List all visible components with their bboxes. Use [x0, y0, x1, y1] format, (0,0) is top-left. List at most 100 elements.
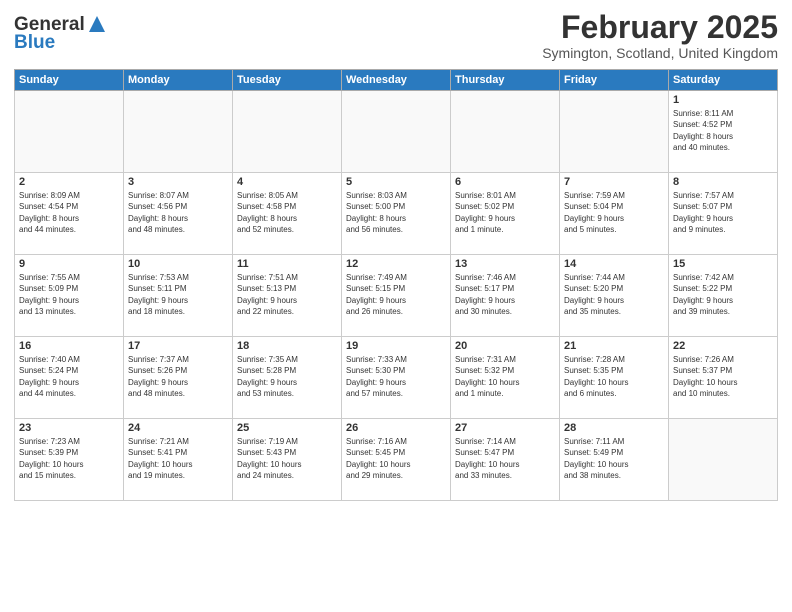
calendar-cell: 9 Sunrise: 7:55 AM Sunset: 5:09 PM Daylig…: [15, 255, 124, 337]
day-info: Sunrise: 7:37 AM Sunset: 5:26 PM Dayligh…: [128, 354, 228, 399]
calendar-cell: 27 Sunrise: 7:14 AM Sunset: 5:47 PM Dayli…: [451, 419, 560, 501]
week-row-1: 2 Sunrise: 8:09 AM Sunset: 4:54 PM Daylig…: [15, 173, 778, 255]
calendar-cell: 20 Sunrise: 7:31 AM Sunset: 5:32 PM Dayli…: [451, 337, 560, 419]
day-number: 13: [455, 258, 555, 270]
day-info: Sunrise: 8:07 AM Sunset: 4:56 PM Dayligh…: [128, 190, 228, 235]
day-info: Sunrise: 7:19 AM Sunset: 5:43 PM Dayligh…: [237, 436, 337, 481]
calendar-cell: 18 Sunrise: 7:35 AM Sunset: 5:28 PM Dayli…: [233, 337, 342, 419]
day-number: 11: [237, 258, 337, 270]
calendar-cell: 4Sunrise: 8:05 AM Sunset: 4:58 PM Daylig…: [233, 173, 342, 255]
day-number: 5: [346, 176, 446, 188]
title-block: February 2025 Symington, Scotland, Unite…: [542, 10, 778, 61]
calendar-cell: 6 Sunrise: 8:01 AM Sunset: 5:02 PM Daylig…: [451, 173, 560, 255]
day-info: Sunrise: 7:11 AM Sunset: 5:49 PM Dayligh…: [564, 436, 664, 481]
weekday-header-thursday: Thursday: [451, 70, 560, 91]
week-row-3: 16 Sunrise: 7:40 AM Sunset: 5:24 PM Dayli…: [15, 337, 778, 419]
day-number: 20: [455, 340, 555, 352]
day-number: 10: [128, 258, 228, 270]
calendar-cell: [342, 91, 451, 173]
week-row-0: 1 Sunrise: 8:11 AM Sunset: 4:52 PM Daylig…: [15, 91, 778, 173]
day-number: 9: [19, 258, 119, 270]
day-number: 28: [564, 422, 664, 434]
day-info: Sunrise: 8:09 AM Sunset: 4:54 PM Dayligh…: [19, 190, 119, 235]
month-title: February 2025: [542, 10, 778, 45]
weekday-header-wednesday: Wednesday: [342, 70, 451, 91]
weekday-header-saturday: Saturday: [669, 70, 778, 91]
calendar-cell: [669, 419, 778, 501]
day-info: Sunrise: 7:57 AM Sunset: 5:07 PM Dayligh…: [673, 190, 773, 235]
logo-icon: [87, 14, 107, 34]
day-number: 8: [673, 176, 773, 188]
day-info: Sunrise: 7:35 AM Sunset: 5:28 PM Dayligh…: [237, 354, 337, 399]
calendar-cell: 16 Sunrise: 7:40 AM Sunset: 5:24 PM Dayli…: [15, 337, 124, 419]
calendar-cell: [560, 91, 669, 173]
day-info: Sunrise: 7:33 AM Sunset: 5:30 PM Dayligh…: [346, 354, 446, 399]
day-info: Sunrise: 7:31 AM Sunset: 5:32 PM Dayligh…: [455, 354, 555, 399]
calendar-cell: 15 Sunrise: 7:42 AM Sunset: 5:22 PM Dayli…: [669, 255, 778, 337]
day-number: 15: [673, 258, 773, 270]
day-info: Sunrise: 7:51 AM Sunset: 5:13 PM Dayligh…: [237, 272, 337, 317]
calendar-cell: [15, 91, 124, 173]
week-row-4: 23Sunrise: 7:23 AM Sunset: 5:39 PM Dayli…: [15, 419, 778, 501]
calendar-cell: 26Sunrise: 7:16 AM Sunset: 5:45 PM Dayli…: [342, 419, 451, 501]
calendar-cell: 13 Sunrise: 7:46 AM Sunset: 5:17 PM Dayli…: [451, 255, 560, 337]
day-number: 19: [346, 340, 446, 352]
day-info: Sunrise: 7:42 AM Sunset: 5:22 PM Dayligh…: [673, 272, 773, 317]
calendar-cell: 22 Sunrise: 7:26 AM Sunset: 5:37 PM Dayli…: [669, 337, 778, 419]
weekday-header-row: SundayMondayTuesdayWednesdayThursdayFrid…: [15, 70, 778, 91]
day-info: Sunrise: 7:26 AM Sunset: 5:37 PM Dayligh…: [673, 354, 773, 399]
calendar-cell: 3 Sunrise: 8:07 AM Sunset: 4:56 PM Daylig…: [124, 173, 233, 255]
day-info: Sunrise: 7:14 AM Sunset: 5:47 PM Dayligh…: [455, 436, 555, 481]
calendar-cell: 10 Sunrise: 7:53 AM Sunset: 5:11 PM Dayli…: [124, 255, 233, 337]
calendar-cell: 8 Sunrise: 7:57 AM Sunset: 5:07 PM Daylig…: [669, 173, 778, 255]
week-row-2: 9 Sunrise: 7:55 AM Sunset: 5:09 PM Daylig…: [15, 255, 778, 337]
day-number: 3: [128, 176, 228, 188]
day-info: Sunrise: 8:05 AM Sunset: 4:58 PM Dayligh…: [237, 190, 337, 235]
location: Symington, Scotland, United Kingdom: [542, 45, 778, 61]
logo: General Blue: [14, 14, 107, 54]
weekday-header-sunday: Sunday: [15, 70, 124, 91]
header: General Blue February 2025 Symington, Sc…: [14, 10, 778, 61]
day-info: Sunrise: 7:21 AM Sunset: 5:41 PM Dayligh…: [128, 436, 228, 481]
day-info: Sunrise: 7:44 AM Sunset: 5:20 PM Dayligh…: [564, 272, 664, 317]
day-info: Sunrise: 8:03 AM Sunset: 5:00 PM Dayligh…: [346, 190, 446, 235]
day-number: 7: [564, 176, 664, 188]
day-number: 27: [455, 422, 555, 434]
calendar-cell: 1 Sunrise: 8:11 AM Sunset: 4:52 PM Daylig…: [669, 91, 778, 173]
day-info: Sunrise: 8:11 AM Sunset: 4:52 PM Dayligh…: [673, 108, 773, 153]
day-number: 6: [455, 176, 555, 188]
day-number: 18: [237, 340, 337, 352]
day-info: Sunrise: 7:49 AM Sunset: 5:15 PM Dayligh…: [346, 272, 446, 317]
calendar-cell: 11 Sunrise: 7:51 AM Sunset: 5:13 PM Dayli…: [233, 255, 342, 337]
day-info: Sunrise: 7:53 AM Sunset: 5:11 PM Dayligh…: [128, 272, 228, 317]
weekday-header-friday: Friday: [560, 70, 669, 91]
calendar-cell: 7Sunrise: 7:59 AM Sunset: 5:04 PM Daylig…: [560, 173, 669, 255]
day-number: 25: [237, 422, 337, 434]
calendar-cell: 19 Sunrise: 7:33 AM Sunset: 5:30 PM Dayli…: [342, 337, 451, 419]
day-number: 12: [346, 258, 446, 270]
day-info: Sunrise: 7:28 AM Sunset: 5:35 PM Dayligh…: [564, 354, 664, 399]
day-number: 17: [128, 340, 228, 352]
day-info: Sunrise: 8:01 AM Sunset: 5:02 PM Dayligh…: [455, 190, 555, 235]
day-number: 21: [564, 340, 664, 352]
day-info: Sunrise: 7:46 AM Sunset: 5:17 PM Dayligh…: [455, 272, 555, 317]
page: General Blue February 2025 Symington, Sc…: [0, 0, 792, 612]
weekday-header-monday: Monday: [124, 70, 233, 91]
calendar: SundayMondayTuesdayWednesdayThursdayFrid…: [14, 69, 778, 501]
day-number: 14: [564, 258, 664, 270]
day-info: Sunrise: 7:40 AM Sunset: 5:24 PM Dayligh…: [19, 354, 119, 399]
calendar-cell: 5 Sunrise: 8:03 AM Sunset: 5:00 PM Daylig…: [342, 173, 451, 255]
day-number: 1: [673, 94, 773, 106]
day-number: 16: [19, 340, 119, 352]
calendar-cell: [124, 91, 233, 173]
day-number: 23: [19, 422, 119, 434]
calendar-cell: 17 Sunrise: 7:37 AM Sunset: 5:26 PM Dayli…: [124, 337, 233, 419]
day-info: Sunrise: 7:55 AM Sunset: 5:09 PM Dayligh…: [19, 272, 119, 317]
calendar-cell: 25 Sunrise: 7:19 AM Sunset: 5:43 PM Dayli…: [233, 419, 342, 501]
day-number: 2: [19, 176, 119, 188]
calendar-cell: 21 Sunrise: 7:28 AM Sunset: 5:35 PM Dayli…: [560, 337, 669, 419]
calendar-cell: 2 Sunrise: 8:09 AM Sunset: 4:54 PM Daylig…: [15, 173, 124, 255]
weekday-header-tuesday: Tuesday: [233, 70, 342, 91]
day-number: 22: [673, 340, 773, 352]
calendar-cell: 12 Sunrise: 7:49 AM Sunset: 5:15 PM Dayli…: [342, 255, 451, 337]
